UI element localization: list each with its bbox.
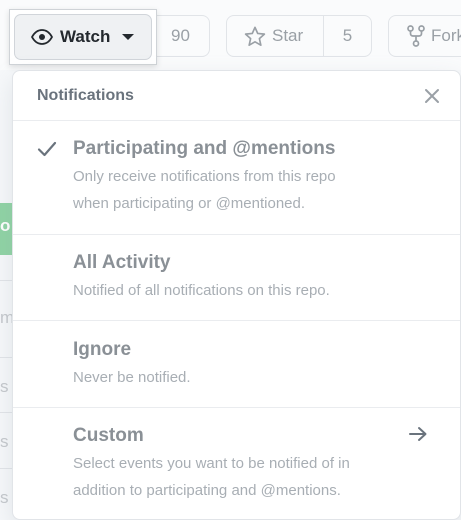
option-description-line: addition to participating and @mentions. — [73, 482, 341, 499]
option-all-activity[interactable]: All Activity Notified of all notificatio… — [13, 235, 460, 321]
star-label: Star — [272, 26, 304, 45]
option-description: Only receive notifications from this rep… — [73, 163, 436, 217]
close-icon[interactable] — [422, 86, 442, 106]
arrow-right-icon — [409, 427, 427, 441]
eye-icon — [31, 29, 53, 45]
option-title: Participating and @mentions — [73, 138, 336, 159]
background-divider — [0, 468, 12, 469]
watch-count-label: 90 — [171, 26, 190, 45]
option-description: Notified of all notifications on this re… — [73, 282, 330, 299]
fork-button[interactable]: Fork — [388, 15, 461, 57]
background-text-fragment: s — [0, 432, 9, 451]
fork-icon — [407, 25, 425, 47]
option-description-line: Only receive notifications from this rep… — [73, 168, 336, 185]
watch-button-focus-ring: Watch — [9, 9, 157, 65]
option-description: Select events you want to be notified of… — [73, 450, 436, 504]
background-divider — [0, 412, 12, 413]
background-text-fragment: s — [0, 488, 9, 507]
watch-count[interactable]: 90 — [152, 15, 210, 57]
option-description-line: Select events you want to be notified of… — [73, 455, 350, 472]
caret-down-icon — [122, 34, 135, 40]
background-divider — [0, 280, 12, 281]
option-ignore[interactable]: Ignore Never be notified. — [13, 321, 460, 408]
option-description: Never be notified. — [73, 369, 191, 386]
star-button[interactable]: Star 5 — [226, 15, 372, 57]
fork-label: Fork — [431, 26, 461, 45]
option-description-line: when participating or @mentioned. — [73, 195, 306, 212]
watch-button[interactable]: Watch — [14, 14, 152, 60]
dropdown-header: Notifications — [13, 71, 460, 121]
option-title: All Activity — [73, 252, 171, 273]
check-icon — [37, 141, 57, 157]
option-custom[interactable]: Custom Select events you want to be noti… — [13, 408, 460, 519]
option-participating-mentions[interactable]: Participating and @mentions Only receive… — [13, 121, 460, 235]
background-text-fragment: o — [0, 216, 11, 235]
notifications-dropdown: Notifications Participating and @mention… — [12, 70, 461, 520]
background-divider — [0, 357, 12, 358]
option-title: Ignore — [73, 339, 132, 360]
background-text-fragment: s — [0, 377, 9, 396]
option-title: Custom — [73, 425, 144, 446]
repo-action-bar: 90 Watch Star 5 Fork — [0, 0, 461, 70]
star-icon — [244, 26, 266, 46]
star-label-area[interactable]: Star — [227, 16, 324, 56]
dropdown-title: Notifications — [37, 86, 134, 104]
watch-label: Watch — [60, 27, 111, 46]
star-count[interactable]: 5 — [324, 26, 371, 46]
